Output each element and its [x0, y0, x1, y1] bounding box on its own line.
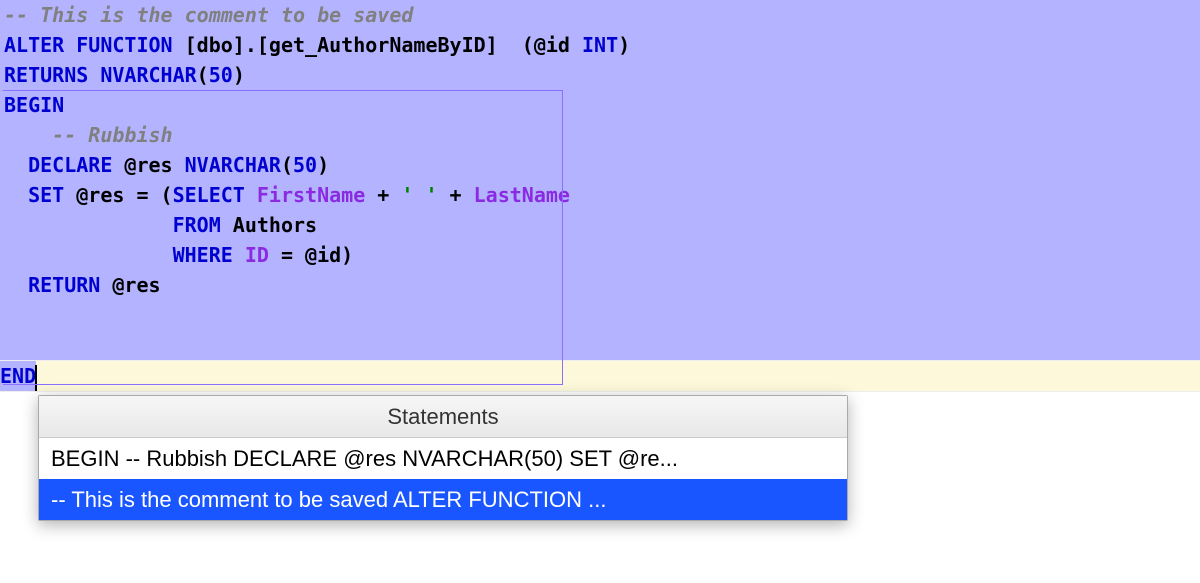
code-editor[interactable]: -- This is the comment to be savedALTER … [0, 0, 1200, 392]
keyword-where: WHERE [173, 243, 233, 267]
keyword-returns: RETURNS [4, 63, 88, 87]
code-comment: -- This is the comment to be saved [4, 3, 413, 27]
col-lastname: LastName [474, 183, 570, 207]
keyword-begin: BEGIN [4, 93, 64, 117]
keyword-from: FROM [173, 213, 221, 237]
keyword-alter: ALTER [4, 33, 64, 57]
popup-item-1[interactable]: -- This is the comment to be saved ALTER… [39, 479, 847, 520]
popup-item-0[interactable]: BEGIN -- Rubbish DECLARE @res NVARCHAR(5… [39, 438, 847, 479]
text-caret [35, 365, 37, 391]
keyword-function: FUNCTION [76, 33, 172, 57]
col-firstname: FirstName [245, 183, 377, 207]
keyword-select: SELECT [173, 183, 245, 207]
current-line[interactable]: END [0, 360, 1200, 392]
keyword-set: SET [28, 183, 64, 207]
function-name: [dbo].[get_AuthorNameByID] [173, 33, 510, 57]
keyword-declare: DECLARE [28, 153, 112, 177]
type-int: INT [582, 33, 618, 57]
statements-popup: Statements BEGIN -- Rubbish DECLARE @res… [38, 395, 848, 521]
keyword-end: END [0, 361, 36, 391]
popup-header: Statements [39, 396, 847, 438]
code-comment-rubbish: -- Rubbish [4, 123, 173, 147]
keyword-return: RETURN [28, 273, 100, 297]
